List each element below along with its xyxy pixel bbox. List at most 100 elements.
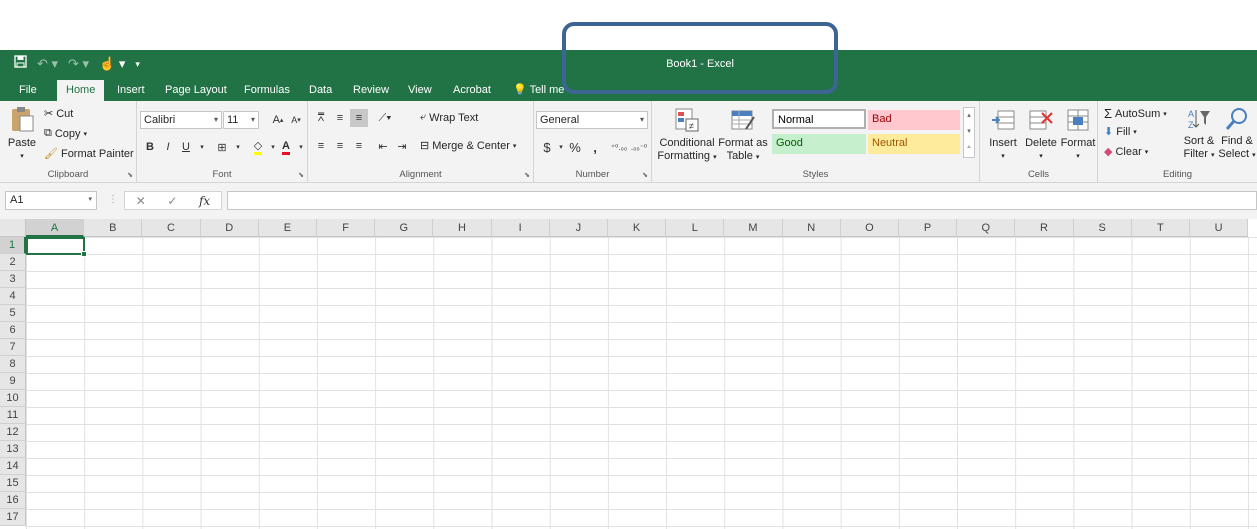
comma-button[interactable]: , [586,138,604,156]
dialog-launcher-icon[interactable]: ⬊ [642,171,648,179]
decrease-decimal-icon[interactable]: .₀₀⁻⁰ [630,138,648,156]
dialog-launcher-icon[interactable]: ⬊ [298,171,304,179]
name-box[interactable]: A1 ▾ [5,191,97,210]
decrease-indent-icon[interactable]: ⇤ [374,137,392,155]
row-header[interactable]: 16 [0,492,26,509]
format-painter-button[interactable]: 🖌 Format Painter [44,147,134,161]
fill-button[interactable]: ⬇ Fill ▾ [1104,125,1137,139]
column-header[interactable]: R [1015,219,1074,237]
row-header[interactable]: 12 [0,424,26,441]
shrink-font-button[interactable]: A ▾ [287,111,305,129]
paste-button[interactable]: Paste ▾ [6,105,38,163]
column-header[interactable]: D [200,219,259,237]
tab-file[interactable]: File [19,82,37,98]
insert-cells-button[interactable]: Insert ▾ [984,107,1022,163]
tab-insert[interactable]: Insert [117,82,145,98]
row-header[interactable]: 4 [0,288,26,305]
align-bottom-icon[interactable]: ≡ [350,109,368,127]
row-header[interactable]: 17 [0,509,26,526]
row-header[interactable]: 2 [0,254,26,271]
column-header[interactable]: S [1073,219,1132,237]
conditional-formatting-button[interactable]: ≠ Conditional Formatting ▾ [656,107,718,164]
row-header[interactable]: 3 [0,271,26,288]
column-header[interactable]: P [899,219,958,237]
column-header[interactable]: O [840,219,899,237]
active-cell[interactable] [26,237,85,255]
save-icon[interactable] [14,55,27,73]
tell-me-box[interactable]: 💡 Tell me [513,82,564,98]
autosum-button[interactable]: Σ AutoSum ▾ [1104,106,1167,121]
align-center-icon[interactable]: ≡ [331,137,349,155]
borders-dropdown[interactable]: ▾ [229,138,247,156]
style-normal[interactable]: Normal [772,109,866,129]
font-size-dropdown[interactable]: 11 ▾ [223,111,259,129]
row-header[interactable]: 1 [0,237,26,254]
font-name-dropdown[interactable]: Calibri ▾ [140,111,222,129]
column-header[interactable]: H [433,219,492,237]
increase-indent-icon[interactable]: ⇥ [393,137,411,155]
column-header[interactable]: I [491,219,550,237]
tab-page-layout[interactable]: Page Layout [165,82,227,98]
align-left-icon[interactable]: ≡ [312,137,330,155]
style-good[interactable]: Good [772,134,866,154]
column-header[interactable]: E [258,219,317,237]
touch-mode-icon[interactable]: ☝ ▾ [99,55,125,73]
column-header[interactable]: L [666,219,725,237]
tab-data[interactable]: Data [309,82,332,98]
row-header[interactable]: 8 [0,356,26,373]
row-header[interactable]: 6 [0,322,26,339]
format-as-table-button[interactable]: Format as Table ▾ [718,107,768,164]
tab-formulas[interactable]: Formulas [244,82,290,98]
delete-cells-button[interactable]: Delete ▾ [1022,107,1060,163]
number-format-dropdown[interactable]: General ▾ [536,111,648,129]
column-header[interactable]: Q [957,219,1016,237]
column-header[interactable]: A [26,219,85,237]
row-header[interactable]: 9 [0,373,26,390]
column-header[interactable]: M [724,219,783,237]
formula-input[interactable] [227,191,1257,210]
redo-icon[interactable]: ↷ ▾ [68,55,89,73]
customize-qat-icon[interactable]: ▾ [135,55,140,73]
dialog-launcher-icon[interactable]: ⬊ [524,171,530,179]
column-header[interactable]: J [549,219,608,237]
column-header[interactable]: C [142,219,201,237]
column-header[interactable]: K [608,219,667,237]
sort-filter-button[interactable]: AZ Sort & Filter ▾ [1180,107,1218,162]
cell-area[interactable] [26,237,1257,529]
column-header[interactable]: B [84,219,143,237]
cancel-icon[interactable]: ✕ [136,194,146,208]
select-all-button[interactable] [0,219,26,237]
column-header[interactable]: G [375,219,434,237]
column-header[interactable]: F [317,219,376,237]
column-header[interactable]: N [782,219,841,237]
increase-decimal-icon[interactable]: ⁺⁰.₀₀ [610,138,628,156]
enter-icon[interactable]: ✓ [167,194,177,208]
italic-button[interactable]: I [159,138,177,156]
column-header[interactable]: U [1190,219,1249,237]
row-header[interactable]: 7 [0,339,26,356]
row-header[interactable]: 14 [0,458,26,475]
format-cells-button[interactable]: Format ▾ [1060,107,1096,163]
row-header[interactable]: 13 [0,441,26,458]
align-middle-icon[interactable]: ≡ [331,109,349,127]
fill-handle[interactable] [81,251,87,257]
tab-review[interactable]: Review [353,82,389,98]
row-header[interactable]: 5 [0,305,26,322]
bold-button[interactable]: B [141,138,159,156]
orientation-icon[interactable]: ⟋▾ [376,109,394,127]
find-select-button[interactable]: Find & Select ▾ [1218,107,1256,162]
tab-home[interactable]: Home [57,80,105,101]
row-header[interactable]: 11 [0,407,26,424]
clear-button[interactable]: ◆ Clear ▾ [1104,145,1148,159]
merge-center-button[interactable]: ⊟ Merge & Center ▾ [420,139,516,153]
row-header[interactable]: 15 [0,475,26,492]
align-top-icon[interactable]: ⩞ [312,109,330,127]
percent-button[interactable]: % [566,138,584,156]
align-right-icon[interactable]: ≡ [350,137,368,155]
cut-button[interactable]: ✂ Cut [44,107,73,121]
grow-font-button[interactable]: A ▴ [269,111,287,129]
copy-button[interactable]: ⧉ Copy ▾ [44,127,87,140]
styles-scroll[interactable]: ▴ ▾ ⩡ [963,107,975,158]
insert-function-button[interactable]: fx [199,194,210,208]
wrap-text-button[interactable]: ⤶ Wrap Text [420,111,478,124]
